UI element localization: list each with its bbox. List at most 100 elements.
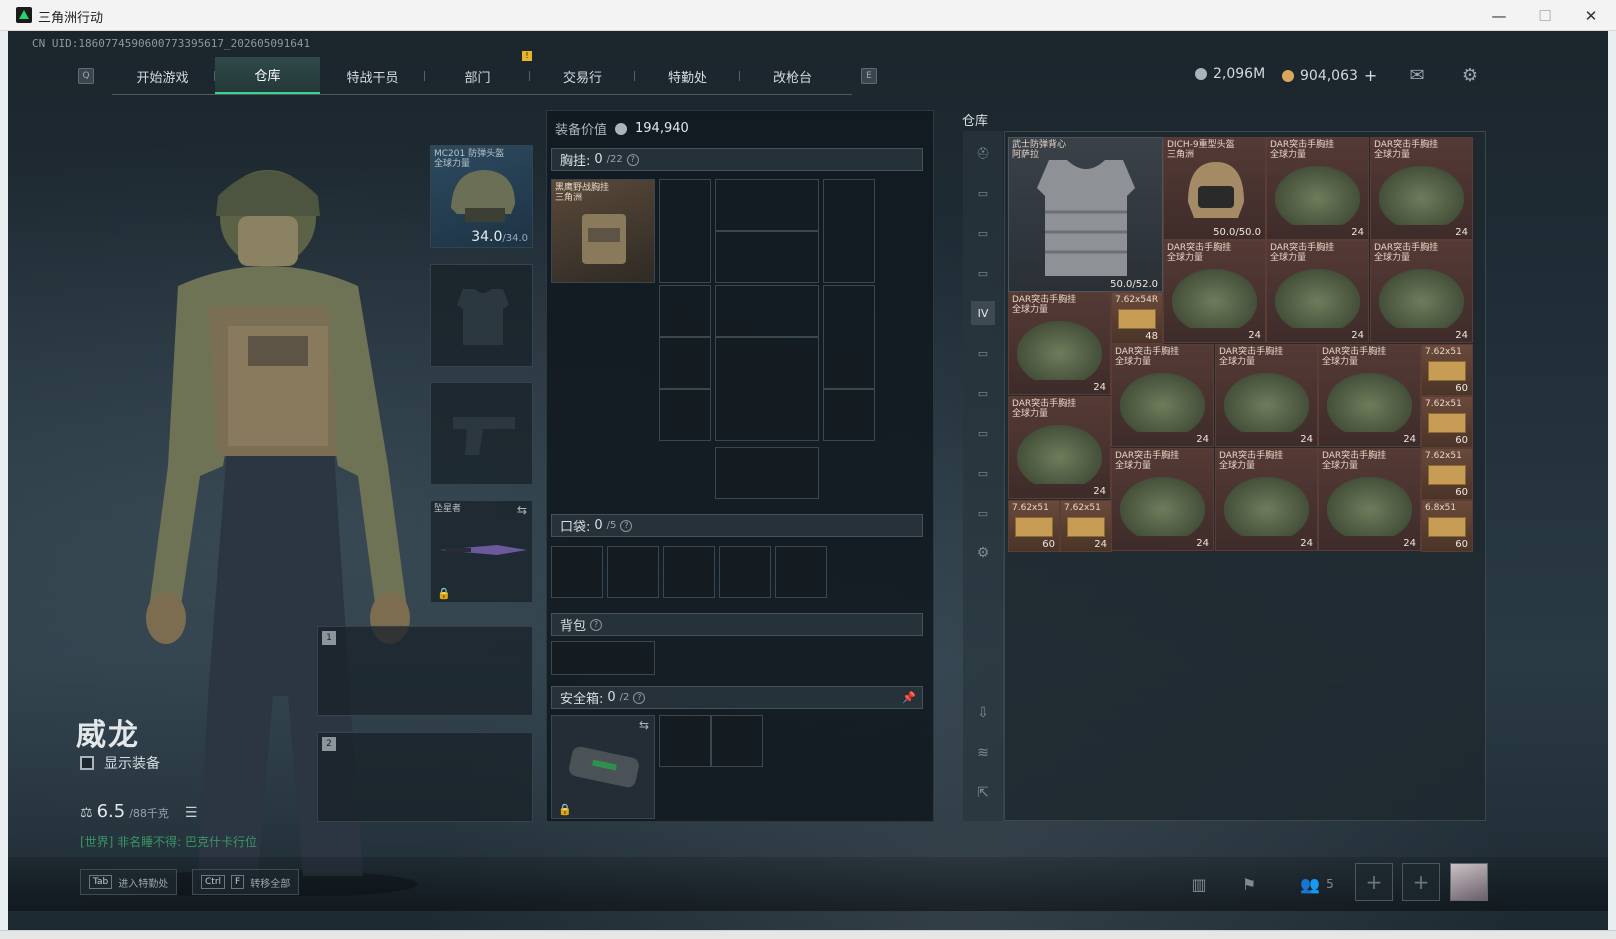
transfer-all-hint[interactable]: Ctrl F 转移全部: [192, 869, 300, 895]
show-equipment-checkbox[interactable]: [80, 756, 94, 770]
rig-item-dar[interactable]: DAR突击手胸挂 全球力量 24: [1163, 240, 1266, 343]
safebox-item[interactable]: ⇆ 🔒: [551, 715, 655, 819]
rig-item-dar[interactable]: DAR突击手胸挂 全球力量 24: [1318, 448, 1421, 551]
invite-slot-1[interactable]: +: [1355, 863, 1393, 901]
rig-item-dar[interactable]: DAR突击手胸挂 全球力量 24: [1370, 137, 1473, 240]
chest-rig-cell[interactable]: [715, 337, 819, 441]
invite-slot-2[interactable]: +: [1402, 863, 1440, 901]
chest-rig-cell[interactable]: [823, 285, 875, 389]
safebox-swap-icon[interactable]: ⇆: [639, 718, 649, 732]
pocket-cell[interactable]: [607, 546, 659, 598]
stash-helmet-item[interactable]: DICH-9重型头盔 三角洲 50.0/50.0: [1163, 137, 1266, 240]
weapon-filter-5-icon[interactable]: ▭: [971, 341, 995, 365]
ammo-6-8x51[interactable]: 6.8x51 60: [1421, 500, 1473, 552]
chest-rig-item[interactable]: 黑鹰野战胸挂 三角洲: [551, 179, 655, 283]
sort-icon[interactable]: ⇩: [971, 701, 995, 725]
pocket-cell[interactable]: [719, 546, 771, 598]
rig-item-dar[interactable]: DAR突击手胸挂 全球力量 24: [1008, 396, 1111, 499]
nav-right-key[interactable]: E: [861, 68, 877, 84]
weapon-filter-8-icon[interactable]: ▭: [971, 461, 995, 485]
safebox-cell-1[interactable]: [659, 715, 711, 767]
chest-rig-cell[interactable]: [659, 337, 711, 389]
ammo-7-62x51-1[interactable]: 7.62x51 60: [1421, 344, 1473, 396]
rig-item-dar[interactable]: DAR突击手胸挂 全球力量 24: [1008, 292, 1111, 395]
chest-rig-cell[interactable]: [659, 285, 711, 337]
rig-item-dar[interactable]: DAR突击手胸挂 全球力量 24: [1111, 344, 1214, 447]
weapon-filter-9-icon[interactable]: ▭: [971, 501, 995, 525]
add-currency-button[interactable]: +: [1364, 66, 1377, 85]
chest-rig-cell[interactable]: [715, 179, 819, 231]
secondary-weapon-slot[interactable]: 2: [317, 732, 533, 822]
safebox-help-icon[interactable]: ?: [633, 691, 646, 704]
rig-item-dar[interactable]: DAR突击手胸挂 全球力量 24: [1215, 344, 1318, 447]
tab-operators[interactable]: 特战干员: [320, 57, 425, 95]
nav-left-key[interactable]: Q: [78, 68, 94, 84]
list-icon[interactable]: ☰: [185, 805, 198, 821]
weight-max: /88千克: [129, 807, 169, 820]
rig-item-dar[interactable]: DAR突击手胸挂 全球力量 24: [1266, 137, 1369, 240]
weapon-filter-icon[interactable]: ▭: [971, 181, 995, 205]
chest-rig-cell[interactable]: [659, 179, 711, 283]
tab-warehouse[interactable]: 仓库: [215, 57, 320, 95]
helmet-slot[interactable]: MC201 防弹头盔 全球力量 34.0/34.0: [430, 145, 533, 248]
ammo-7-62x51-4[interactable]: 7.62x51 60: [1008, 500, 1060, 552]
show-equipment-toggle[interactable]: 显示装备: [80, 753, 160, 773]
chest-help-icon[interactable]: ?: [626, 153, 639, 166]
tab-gunsmith[interactable]: 改枪台: [740, 57, 845, 95]
helmet-filter-icon[interactable]: ⛑: [971, 141, 995, 165]
ammo-7-62x54r[interactable]: 7.62x54R 48: [1111, 292, 1163, 344]
armor-slot-empty[interactable]: [430, 264, 533, 367]
weapon-filter-3-icon[interactable]: ▭: [971, 261, 995, 285]
layers-icon[interactable]: ≋: [971, 741, 995, 765]
rig-item-dar[interactable]: DAR突击手胸挂 全球力量 24: [1111, 448, 1214, 551]
swap-icon[interactable]: ⇆: [517, 503, 527, 517]
stash-page-4-icon[interactable]: IV: [971, 301, 995, 325]
pocket-cell[interactable]: [663, 546, 715, 598]
stash-settings-icon[interactable]: ⚙: [971, 541, 995, 565]
world-chat-line[interactable]: [世界] 非名睡不得: 巴克什卡行位: [80, 833, 257, 850]
chest-rig-cell[interactable]: [659, 389, 711, 441]
pocket-cell[interactable]: [551, 546, 603, 598]
stash-armor-item[interactable]: 武士防弹背心 阿萨拉 50.0/52.0: [1008, 137, 1163, 292]
flag-icon[interactable]: ⚑: [1234, 869, 1264, 899]
chest-rig-cell[interactable]: [715, 447, 819, 499]
backpack-slot-empty[interactable]: [551, 641, 655, 675]
pocket-cell[interactable]: [775, 546, 827, 598]
close-button[interactable]: ✕: [1568, 0, 1614, 31]
tab-trading[interactable]: 交易行: [530, 57, 635, 95]
pin-icon[interactable]: 📌: [902, 691, 916, 704]
mail-icon[interactable]: ✉: [1405, 63, 1429, 87]
ammo-7-62x51-5[interactable]: 7.62x51 24: [1060, 500, 1112, 552]
rig-image: [1327, 373, 1412, 432]
enter-special-ops-hint[interactable]: Tab 进入特勤处: [80, 869, 178, 895]
weapon-filter-7-icon[interactable]: ▭: [971, 421, 995, 445]
minimize-button[interactable]: —: [1476, 0, 1522, 31]
rig-item-dar[interactable]: DAR突击手胸挂 全球力量 24: [1318, 344, 1421, 447]
expand-icon[interactable]: ⇱: [971, 781, 995, 805]
pocket-help-icon[interactable]: ?: [620, 519, 633, 532]
gear-icon[interactable]: ⚙: [1458, 63, 1482, 87]
rig-item-dar[interactable]: DAR突击手胸挂 全球力量 24: [1215, 448, 1318, 551]
avatar[interactable]: [1450, 863, 1488, 901]
maximize-button[interactable]: ☐: [1522, 0, 1568, 31]
friends-button[interactable]: 👥 5: [1292, 869, 1342, 899]
chest-rig-cell[interactable]: [823, 389, 875, 441]
ammo-7-62x51-2[interactable]: 7.62x51 60: [1421, 396, 1473, 448]
chest-rig-cell[interactable]: [715, 231, 819, 283]
tab-department[interactable]: 部门: [425, 57, 530, 95]
ammo-7-62x51-3[interactable]: 7.62x51 60: [1421, 448, 1473, 500]
melee-slot[interactable]: 坠星者 ⇆ 🔒: [430, 500, 533, 603]
rig-item-dar[interactable]: DAR突击手胸挂 全球力量 24: [1370, 240, 1473, 343]
pistol-slot-empty[interactable]: [430, 382, 533, 485]
primary-weapon-slot[interactable]: 1: [317, 626, 533, 716]
weapon-filter-6-icon[interactable]: ▭: [971, 381, 995, 405]
tab-special-ops[interactable]: 特勤处: [635, 57, 740, 95]
rig-item-dar[interactable]: DAR突击手胸挂 全球力量 24: [1266, 240, 1369, 343]
backpack-help-icon[interactable]: ?: [590, 618, 603, 631]
chest-rig-cell[interactable]: [715, 285, 819, 337]
stats-icon[interactable]: ▥: [1184, 869, 1214, 899]
weapon-filter-2-icon[interactable]: ▭: [971, 221, 995, 245]
tab-start-game[interactable]: 开始游戏: [110, 57, 215, 95]
safebox-cell-2[interactable]: [711, 715, 763, 767]
chest-rig-cell[interactable]: [823, 179, 875, 283]
